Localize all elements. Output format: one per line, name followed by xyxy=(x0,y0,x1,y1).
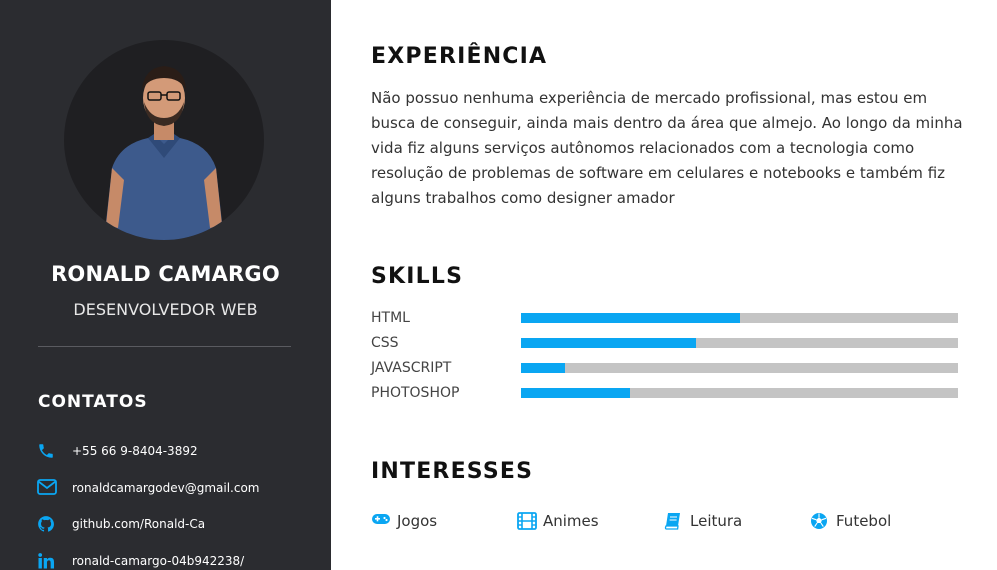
contact-github-text: github.com/Ronald-Ca xyxy=(72,517,206,531)
gamepad-icon xyxy=(371,512,391,530)
phone-icon xyxy=(37,442,57,460)
skill-bar xyxy=(521,388,958,398)
skills-title: SKILLS xyxy=(371,264,464,289)
sidebar-divider xyxy=(38,346,291,347)
skill-label: JAVASCRIPT xyxy=(371,360,452,376)
skill-fill xyxy=(521,313,740,323)
skill-label: PHOTOSHOP xyxy=(371,385,460,401)
contact-email[interactable]: ronaldcamargodev@gmail.com xyxy=(37,479,259,497)
contact-email-text: ronaldcamargodev@gmail.com xyxy=(72,481,260,495)
profile-name: RONALD CAMARGO xyxy=(51,262,280,286)
skill-fill xyxy=(521,338,696,348)
skill-row-photoshop: PHOTOSHOP xyxy=(371,383,958,403)
interest-label: Animes xyxy=(543,512,599,530)
skill-fill xyxy=(521,363,565,373)
interest-item-futebol: Futebol xyxy=(810,512,891,530)
contact-phone-text: +55 66 9-8404-3892 xyxy=(72,444,198,458)
film-icon xyxy=(517,512,537,530)
sidebar: RONALD CAMARGO DESENVOLVEDOR WEB CONTATO… xyxy=(0,0,331,570)
skill-row-css: CSS xyxy=(371,333,958,353)
main-content: EXPERIÊNCIA Não possuo nenhuma experiênc… xyxy=(331,0,997,570)
book-icon xyxy=(664,512,684,530)
interest-label: Jogos xyxy=(397,512,438,530)
skill-fill xyxy=(521,388,631,398)
skill-label: HTML xyxy=(371,310,410,326)
interest-label: Leitura xyxy=(690,512,743,530)
contact-linkedin-text: ronald-camargo-04b942238/ xyxy=(72,554,245,568)
github-icon xyxy=(37,515,57,533)
skill-row-javascript: JAVASCRIPT xyxy=(371,358,958,378)
soccer-ball-icon xyxy=(810,512,830,530)
experience-title: EXPERIÊNCIA xyxy=(371,44,548,69)
avatar xyxy=(64,40,264,240)
skill-bar xyxy=(521,313,958,323)
interests-title: INTERESSES xyxy=(371,459,534,484)
skill-bar xyxy=(521,338,958,348)
interest-item-leitura: Leitura xyxy=(664,512,742,530)
skill-row-html: HTML xyxy=(371,308,958,328)
experience-text: Não possuo nenhuma experiência de mercad… xyxy=(371,89,963,207)
linkedin-icon xyxy=(37,552,57,570)
interest-label: Futebol xyxy=(836,512,892,530)
contact-linkedin[interactable]: ronald-camargo-04b942238/ xyxy=(37,552,244,570)
profile-role: DESENVOLVEDOR WEB xyxy=(73,300,258,319)
contact-github[interactable]: github.com/Ronald-Ca xyxy=(37,515,205,533)
skill-label: CSS xyxy=(371,335,399,351)
mail-icon xyxy=(37,479,57,497)
contact-phone[interactable]: +55 66 9-8404-3892 xyxy=(37,442,198,460)
skill-bar xyxy=(521,363,958,373)
contacts-title: CONTATOS xyxy=(38,392,148,412)
interest-item-animes: Animes xyxy=(517,512,599,530)
interest-item-jogos: Jogos xyxy=(371,512,437,530)
